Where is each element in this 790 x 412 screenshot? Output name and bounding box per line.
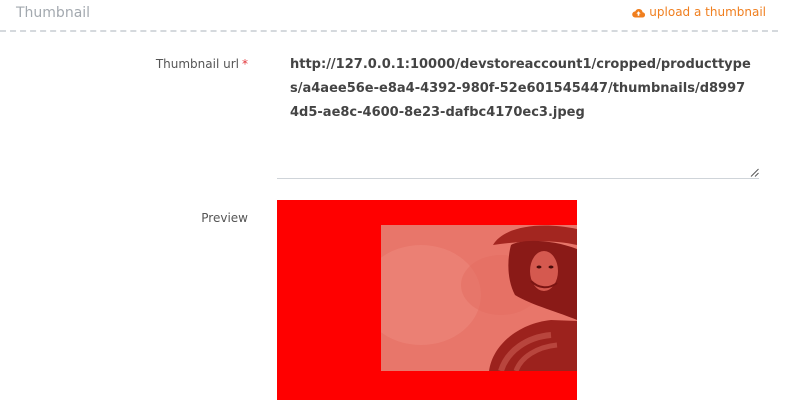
upload-thumbnail-link[interactable]: upload a thumbnail [632, 5, 766, 19]
cloud-upload-icon [632, 8, 646, 18]
thumbnail-url-value: http://127.0.0.1:10000/devstoreaccount1/… [290, 57, 751, 120]
resize-handle-icon[interactable] [750, 168, 759, 177]
section-title: Thumbnail [16, 5, 91, 21]
thumbnail-preview [277, 200, 577, 400]
thumbnail-url-label-text: Thumbnail url [155, 57, 239, 71]
thumbnail-url-label: Thumbnail url * [0, 57, 248, 71]
required-marker: * [242, 57, 248, 71]
preview-label: Preview [201, 211, 248, 225]
thumbnail-url-textarea[interactable]: http://127.0.0.1:10000/devstoreaccount1/… [277, 50, 759, 179]
thumbnail-preview-image [381, 225, 577, 371]
upload-thumbnail-label: upload a thumbnail [649, 5, 766, 19]
section-header: Thumbnail upload a thumbnail [0, 0, 778, 32]
